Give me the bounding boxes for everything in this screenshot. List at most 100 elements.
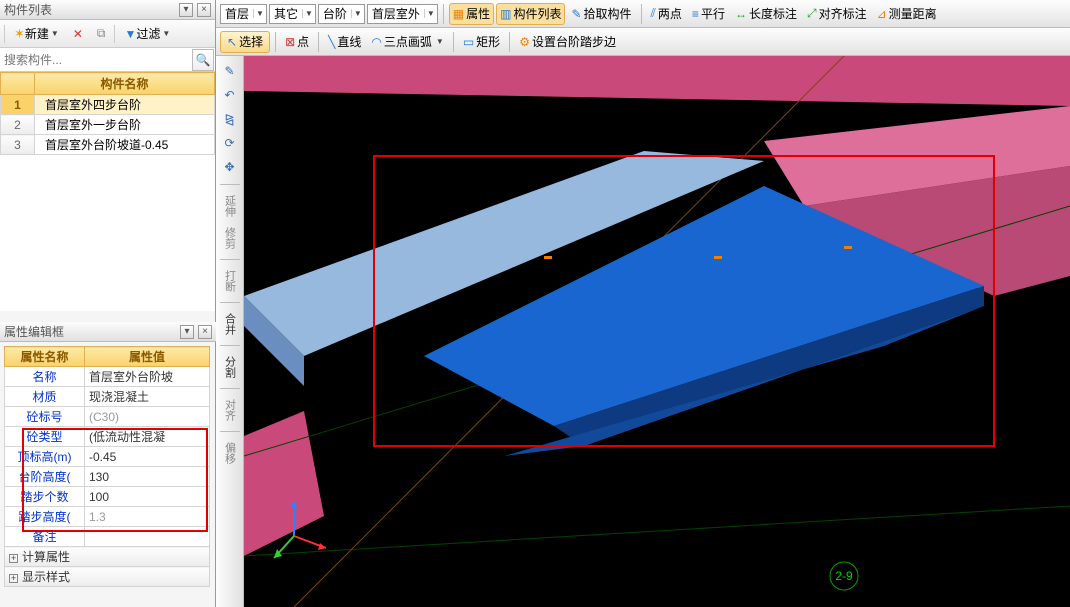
copy-icon: ⧉ — [97, 26, 106, 41]
funnel-icon: ▼ — [124, 27, 136, 41]
component-list-header: 构件列表 ▾ × — [0, 0, 215, 20]
axis-label: 2-9 — [835, 569, 853, 583]
x-icon: ✕ — [73, 27, 83, 41]
empty-area — [0, 155, 215, 311]
property-panel: 属性编辑框 ▾ × 属性名称属性值 名称首层室外台阶坡 材质现浇混凝土 砼标号(… — [0, 322, 216, 587]
align-dim-button[interactable]: ⤢对齐标注 — [803, 3, 871, 25]
line-icon: ╲ — [328, 35, 335, 49]
undo-tool[interactable]: ↶ — [219, 84, 241, 106]
measure-button[interactable]: ⊿测量距离 — [873, 3, 941, 25]
prop-row[interactable]: 砼类型(低流动性混凝 — [5, 427, 210, 447]
plus-icon: + — [9, 554, 18, 563]
draw-toolbar: ↖选择 ⊠点 ╲直线 ◠三点画弧▼ ▭矩形 ⚙设置台阶踏步边 — [216, 28, 1070, 56]
panel-title: 属性编辑框 — [4, 323, 180, 340]
chevron-down-icon: ▼ — [253, 9, 264, 18]
new-label: 新建 — [25, 25, 49, 42]
length-dim-button[interactable]: ↔长度标注 — [731, 3, 801, 25]
move-tool[interactable]: ✥ — [219, 156, 241, 178]
trim-label[interactable]: 修剪 — [222, 223, 238, 253]
prop-row[interactable]: 材质现浇混凝土 — [5, 387, 210, 407]
arc-icon: ◠ — [371, 35, 381, 49]
floor-combo[interactable]: 首层▼ — [220, 4, 267, 24]
line-button[interactable]: ╲直线 — [324, 31, 365, 53]
search-button[interactable]: 🔍 — [192, 49, 214, 71]
extend-label[interactable]: 延伸 — [222, 191, 238, 221]
cursor-icon: ↖ — [227, 35, 237, 49]
select-button[interactable]: ↖选择 — [220, 31, 270, 53]
star-icon: ✶ — [14, 26, 25, 42]
panel-title: 构件列表 — [4, 1, 179, 18]
point-icon: ⊠ — [285, 35, 295, 49]
chevron-down-icon: ▼ — [436, 37, 444, 46]
component-table: 构件名称 1 首层室外四步台阶 2 首层室外一步台阶 3 首层室外台阶坡道-0.… — [0, 72, 215, 155]
mirror-tool[interactable]: ⧎ — [219, 108, 241, 130]
brush-tool[interactable]: ✎ — [219, 60, 241, 82]
align-label[interactable]: 对齐 — [222, 395, 238, 425]
point-button[interactable]: ⊠点 — [281, 31, 313, 53]
chevron-down-icon: ▼ — [351, 9, 362, 18]
filter-label: 过滤 — [136, 25, 160, 42]
component-toolbar: ✶ 新建 ▼ ✕ ⧉ ▼ 过滤 ▼ — [0, 20, 215, 48]
gear-icon: ⚙ — [519, 35, 530, 49]
component-list-button[interactable]: ▥构件列表 — [496, 3, 565, 25]
prop-value-header: 属性值 — [85, 347, 210, 367]
merge-label[interactable]: 合并 — [222, 309, 238, 339]
arc-button[interactable]: ◠三点画弧▼ — [367, 31, 447, 53]
property-header: 属性编辑框 ▾ × — [0, 322, 216, 342]
prop-row[interactable]: 砼标号(C30) — [5, 407, 210, 427]
table-row[interactable]: 2 首层室外一步台阶 — [1, 115, 215, 135]
measure-icon: ⊿ — [877, 7, 887, 21]
parallel-button[interactable]: ≡平行 — [688, 3, 729, 25]
new-button[interactable]: ✶ 新建 ▼ — [9, 23, 64, 45]
two-point-icon: ⫽ — [651, 6, 656, 21]
list-icon: ▥ — [500, 7, 511, 21]
prop-expand-calc[interactable]: +计算属性 — [5, 547, 210, 567]
type-combo[interactable]: 台阶▼ — [318, 4, 365, 24]
prop-expand-display[interactable]: +显示样式 — [5, 567, 210, 587]
two-point-button[interactable]: ⫽两点 — [647, 3, 686, 25]
category-combo[interactable]: 其它▼ — [269, 4, 316, 24]
pin-icon[interactable]: ▾ — [180, 325, 194, 339]
table-row[interactable]: 3 首层室外台阶坡道-0.45 — [1, 135, 215, 155]
offset-label[interactable]: 偏移 — [222, 438, 238, 468]
split-label[interactable]: 分割 — [222, 352, 238, 382]
property-table: 属性名称属性值 名称首层室外台阶坡 材质现浇混凝土 砼标号(C30) 砼类型(低… — [4, 346, 210, 587]
rotate-tool[interactable]: ⟳ — [219, 132, 241, 154]
prop-row[interactable]: 踏步高度(1.3 — [5, 507, 210, 527]
prop-row[interactable]: 备注 — [5, 527, 210, 547]
pin-icon[interactable]: ▾ — [179, 3, 193, 17]
search-bar: 🔍 — [0, 48, 215, 72]
ruler-icon: ↔ — [735, 7, 747, 21]
close-icon[interactable]: × — [198, 325, 212, 339]
properties-button[interactable]: ▦属性 — [449, 3, 494, 25]
step-settings-button[interactable]: ⚙设置台阶踏步边 — [515, 31, 620, 53]
properties-icon: ▦ — [453, 7, 464, 21]
chevron-down-icon: ▼ — [302, 9, 313, 18]
col-name-header: 构件名称 — [35, 73, 215, 95]
parallel-icon: ≡ — [692, 7, 699, 21]
rect-button[interactable]: ▭矩形 — [459, 31, 504, 53]
prop-row[interactable]: 顶标高(m)-0.45 — [5, 447, 210, 467]
prop-row[interactable]: 踏步个数100 — [5, 487, 210, 507]
filter-button[interactable]: ▼ 过滤 ▼ — [119, 23, 175, 45]
viewport-3d[interactable]: 2-9 — [244, 56, 1070, 607]
component-combo[interactable]: 首层室外▼ — [367, 4, 438, 24]
dropper-icon: ✎ — [571, 7, 581, 21]
break-label[interactable]: 打断 — [222, 266, 238, 296]
plus-icon: + — [9, 574, 18, 583]
delete-button[interactable]: ✕ — [68, 23, 88, 45]
table-row[interactable]: 1 首层室外四步台阶 — [1, 95, 215, 115]
copy-button[interactable]: ⧉ — [92, 23, 111, 45]
prop-row[interactable]: 台阶高度(130 — [5, 467, 210, 487]
rect-icon: ▭ — [463, 35, 474, 49]
search-icon: 🔍 — [196, 53, 211, 67]
align-icon: ⤢ — [807, 6, 817, 21]
search-input[interactable] — [0, 50, 191, 70]
main-toolbar: 首层▼ 其它▼ 台阶▼ 首层室外▼ ▦属性 ▥构件列表 ✎拾取构件 ⫽两点 ≡平… — [216, 0, 1070, 28]
pick-button[interactable]: ✎拾取构件 — [567, 3, 635, 25]
prop-row[interactable]: 名称首层室外台阶坡 — [5, 367, 210, 387]
chevron-down-icon: ▼ — [424, 9, 435, 18]
chevron-down-icon: ▼ — [51, 29, 59, 38]
chevron-down-icon: ▼ — [162, 29, 170, 38]
close-icon[interactable]: × — [197, 3, 211, 17]
